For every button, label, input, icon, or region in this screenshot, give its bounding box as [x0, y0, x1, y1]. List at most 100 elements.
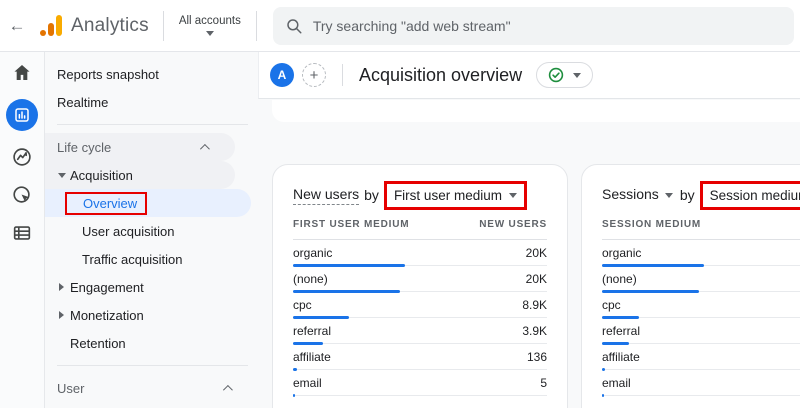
row-label: email [293, 375, 322, 390]
analytics-logo-icon[interactable] [40, 15, 62, 36]
sidebar-item-retention[interactable]: Retention [45, 329, 258, 357]
metric-label: Sessions [602, 186, 659, 202]
table-row[interactable]: cpc 8.9K [293, 292, 547, 319]
table-row[interactable]: organic [602, 240, 800, 267]
row-label: cpc [293, 297, 312, 312]
row-value: 20K [525, 245, 547, 260]
row-bar [293, 394, 295, 397]
account-selector[interactable]: All accounts [178, 15, 242, 36]
divider [57, 365, 248, 366]
topbar: ← Analytics All accounts [0, 0, 800, 52]
row-label: organic [602, 245, 642, 260]
sidebar-item-acquisition[interactable]: Acquisition [45, 161, 235, 189]
row-label: referral [602, 323, 641, 338]
sidebar-item-user-acquisition[interactable]: User acquisition [45, 217, 258, 245]
table-row[interactable]: referral 3.9K [293, 318, 547, 345]
metric-selector[interactable]: New users [293, 186, 360, 205]
table-row[interactable]: referral [602, 318, 800, 345]
scrolled-card-remnant [272, 100, 800, 122]
sidebar-item-label: User [57, 380, 85, 396]
sidebar-item-label: Traffic acquisition [82, 251, 183, 267]
report-status-selector[interactable] [536, 62, 594, 88]
sidebar-item-traffic-acquisition[interactable]: Traffic acquisition [45, 245, 258, 273]
sidebar-item-user[interactable]: User [45, 374, 258, 402]
dimension-selector[interactable]: Session medium [710, 188, 800, 203]
sidebar-item-label: Life cycle [57, 139, 112, 155]
table-body: organic (none) cpc referral affiliate email [602, 240, 800, 397]
back-arrow-icon[interactable]: ← [0, 16, 34, 36]
sidebar-item-reports-snapshot[interactable]: Reports snapshot [45, 60, 258, 88]
row-value: 8.9K [522, 297, 547, 312]
row-label: organic [293, 245, 333, 260]
caret-right-icon [53, 311, 70, 319]
table-row[interactable]: email 5 [293, 370, 547, 397]
chevron-down-icon [205, 31, 214, 36]
cards-row: New users by First user medium FIRST USE… [272, 164, 800, 408]
page-title: Acquisition overview [359, 64, 523, 85]
sidebar-item-label: Retention [70, 335, 126, 351]
caret-down-icon [53, 172, 70, 178]
chevron-down-icon [573, 72, 582, 78]
table-row[interactable]: (none) 20K [293, 266, 547, 293]
add-comparison-button[interactable]: + [302, 63, 326, 87]
sidebar-item-label: Engagement [70, 279, 144, 295]
sidebar-item-label: Realtime [57, 94, 109, 110]
table-header: SESSION MEDIUM [602, 219, 800, 240]
row-value: 20K [525, 271, 547, 286]
sidebar-item-realtime[interactable]: Realtime [45, 88, 258, 116]
report-content: New users by First user medium FIRST USE… [258, 99, 800, 408]
sessions-by-medium-card: Sessions by Session medium SESSION MEDIU… [581, 164, 800, 408]
brand-title: Analytics [71, 14, 149, 36]
avatar[interactable]: A [270, 63, 294, 87]
row-value: 136 [526, 349, 547, 364]
card-title: New users by First user medium [293, 177, 547, 213]
table-body: organic 20K (none) 20K cpc 8.9K referral 3.9K af… [293, 240, 547, 397]
divider [342, 64, 343, 86]
table-row[interactable]: cpc [602, 292, 800, 319]
library-icon[interactable] [10, 221, 34, 245]
dimension-column-header: SESSION MEDIUM [602, 219, 701, 230]
divider [57, 124, 248, 125]
search-icon [287, 18, 302, 33]
sidebar-item-engagement[interactable]: Engagement [45, 273, 258, 301]
table-row[interactable]: email [602, 370, 800, 397]
advertising-icon[interactable] [10, 183, 34, 207]
sidebar: Reports snapshot Realtime Life cycle Acquis… [45, 52, 258, 408]
logo-bar-short [48, 23, 54, 36]
annotation-box: Overview [65, 191, 148, 215]
search-bar[interactable] [272, 6, 794, 45]
account-selector-label: All accounts [178, 15, 241, 27]
reports-icon[interactable] [6, 99, 38, 131]
home-icon[interactable] [10, 61, 34, 85]
metric-selector[interactable]: Sessions [602, 186, 659, 204]
by-label: by [364, 187, 379, 203]
row-label: (none) [293, 271, 328, 286]
sidebar-item-label: Acquisition [70, 167, 133, 183]
dimension-label: First user medium [393, 187, 502, 203]
check-circle-icon [548, 67, 564, 83]
divider [255, 10, 257, 41]
row-label: email [602, 375, 631, 390]
row-label: referral [293, 323, 332, 338]
explore-icon[interactable] [10, 145, 34, 169]
sidebar-item-overview[interactable]: Overview [45, 189, 251, 217]
row-label: affiliate [293, 349, 331, 364]
dimension-selector[interactable]: First user medium [394, 188, 517, 203]
row-value: 5 [540, 375, 547, 390]
chevron-down-icon [664, 192, 673, 198]
card-title: Sessions by Session medium [602, 177, 800, 213]
table-row[interactable]: affiliate 136 [293, 344, 547, 371]
sidebar-item-demographics[interactable]: Demographics [45, 402, 258, 408]
table-header: FIRST USER MEDIUM NEW USERS [293, 219, 547, 240]
new-users-by-medium-card: New users by First user medium FIRST USE… [272, 164, 568, 408]
sidebar-item-monetization[interactable]: Monetization [45, 301, 258, 329]
table-row[interactable]: organic 20K [293, 240, 547, 267]
table-row[interactable]: affiliate [602, 344, 800, 371]
search-input[interactable] [312, 17, 782, 34]
sidebar-item-life-cycle[interactable]: Life cycle [45, 133, 235, 161]
divider [162, 10, 164, 41]
sidebar-item-label: Monetization [70, 307, 144, 323]
row-label: (none) [602, 271, 637, 286]
table-row[interactable]: (none) [602, 266, 800, 293]
chevron-up-icon [199, 143, 210, 154]
